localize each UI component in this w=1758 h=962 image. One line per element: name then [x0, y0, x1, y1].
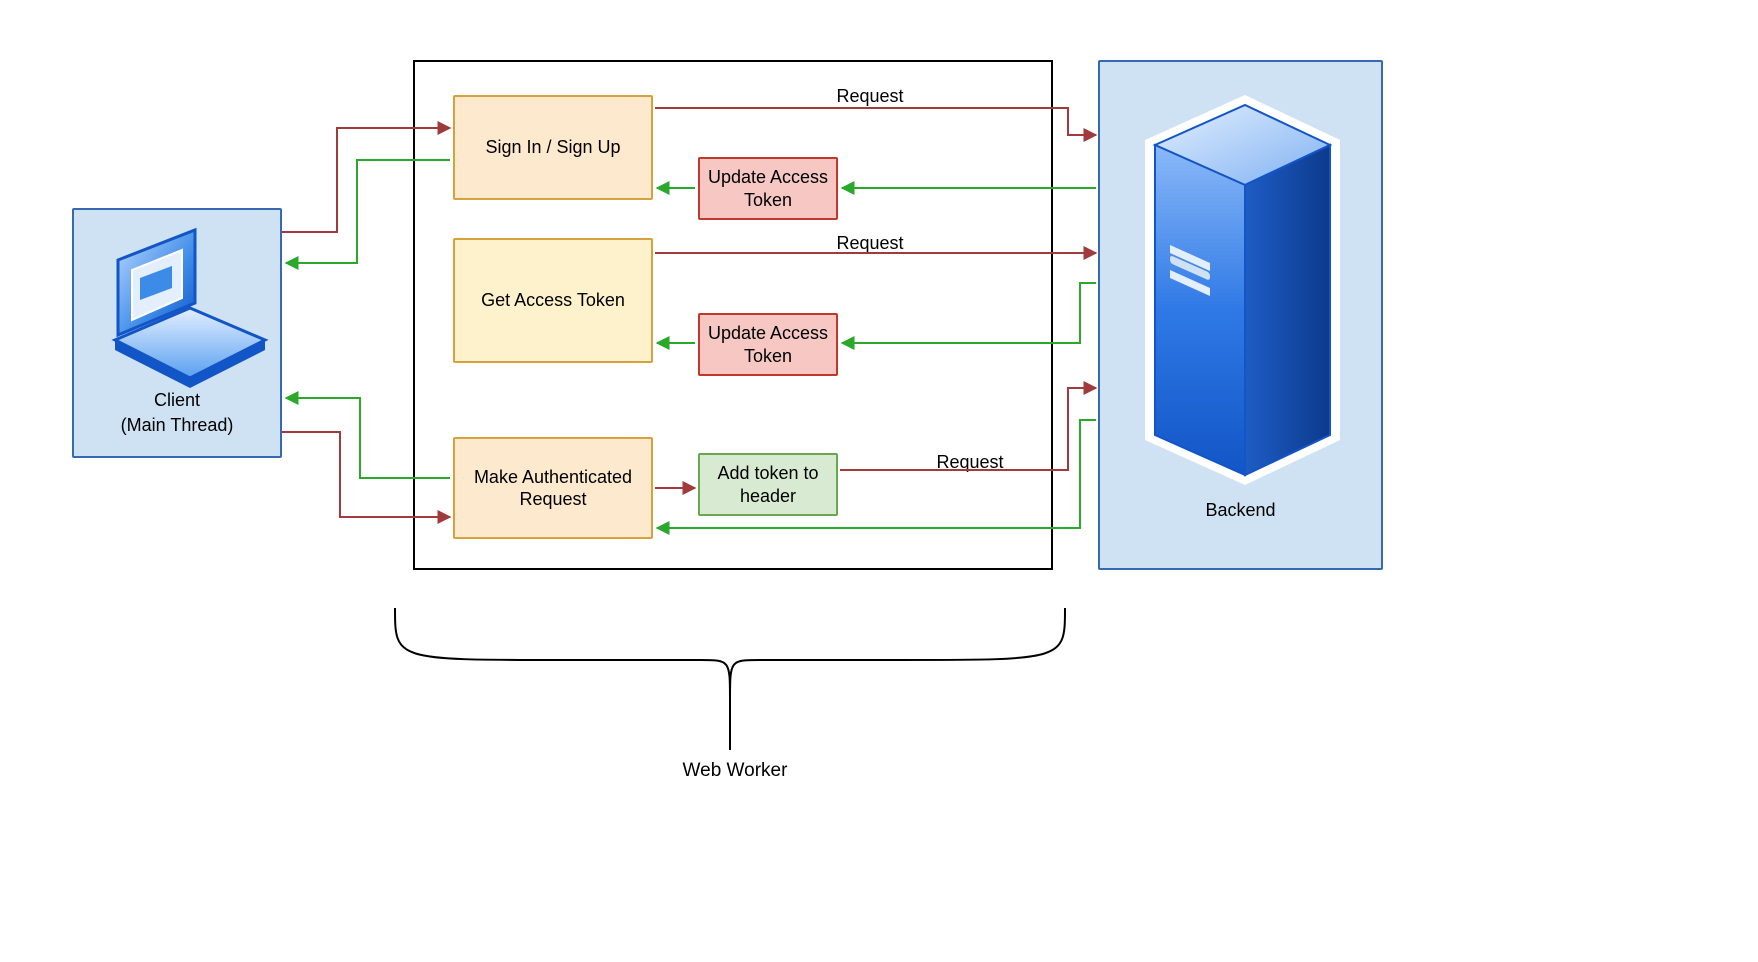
- web-worker-brace: [395, 608, 1065, 750]
- web-worker-brace-text: Web Worker: [683, 760, 788, 781]
- update-token-box-2: Update Access Token: [698, 313, 838, 376]
- client-label-line1: Client: [72, 390, 282, 411]
- request-label-2-text: Request: [836, 233, 903, 253]
- web-worker-brace-label: Web Worker: [610, 760, 860, 782]
- get-access-token-label: Get Access Token: [481, 289, 625, 312]
- backend-label: Backend: [1098, 500, 1383, 521]
- signin-box: Sign In / Sign Up: [453, 95, 653, 200]
- request-label-3: Request: [920, 452, 1020, 473]
- add-token-header-label: Add token to header: [706, 462, 830, 507]
- update-token-box-1: Update Access Token: [698, 157, 838, 220]
- request-label-2: Request: [820, 233, 920, 254]
- make-auth-request-box: Make Authenticated Request: [453, 437, 653, 539]
- request-label-3-text: Request: [936, 452, 1003, 472]
- request-label-1-text: Request: [836, 86, 903, 106]
- update-token-2-label: Update Access Token: [706, 322, 830, 367]
- client-label-text1: Client: [154, 390, 200, 410]
- request-label-1: Request: [820, 86, 920, 107]
- backend-label-text: Backend: [1205, 500, 1275, 520]
- add-token-header-box: Add token to header: [698, 453, 838, 516]
- client-label-text2: (Main Thread): [121, 415, 234, 435]
- update-token-1-label: Update Access Token: [706, 166, 830, 211]
- make-auth-request-label: Make Authenticated Request: [461, 466, 645, 511]
- signin-label: Sign In / Sign Up: [485, 136, 620, 159]
- diagram-canvas: Client (Main Thread) Backend Sign In / S…: [0, 0, 1758, 962]
- get-access-token-box: Get Access Token: [453, 238, 653, 363]
- backend-container: [1098, 60, 1383, 570]
- client-label-line2: (Main Thread): [72, 415, 282, 436]
